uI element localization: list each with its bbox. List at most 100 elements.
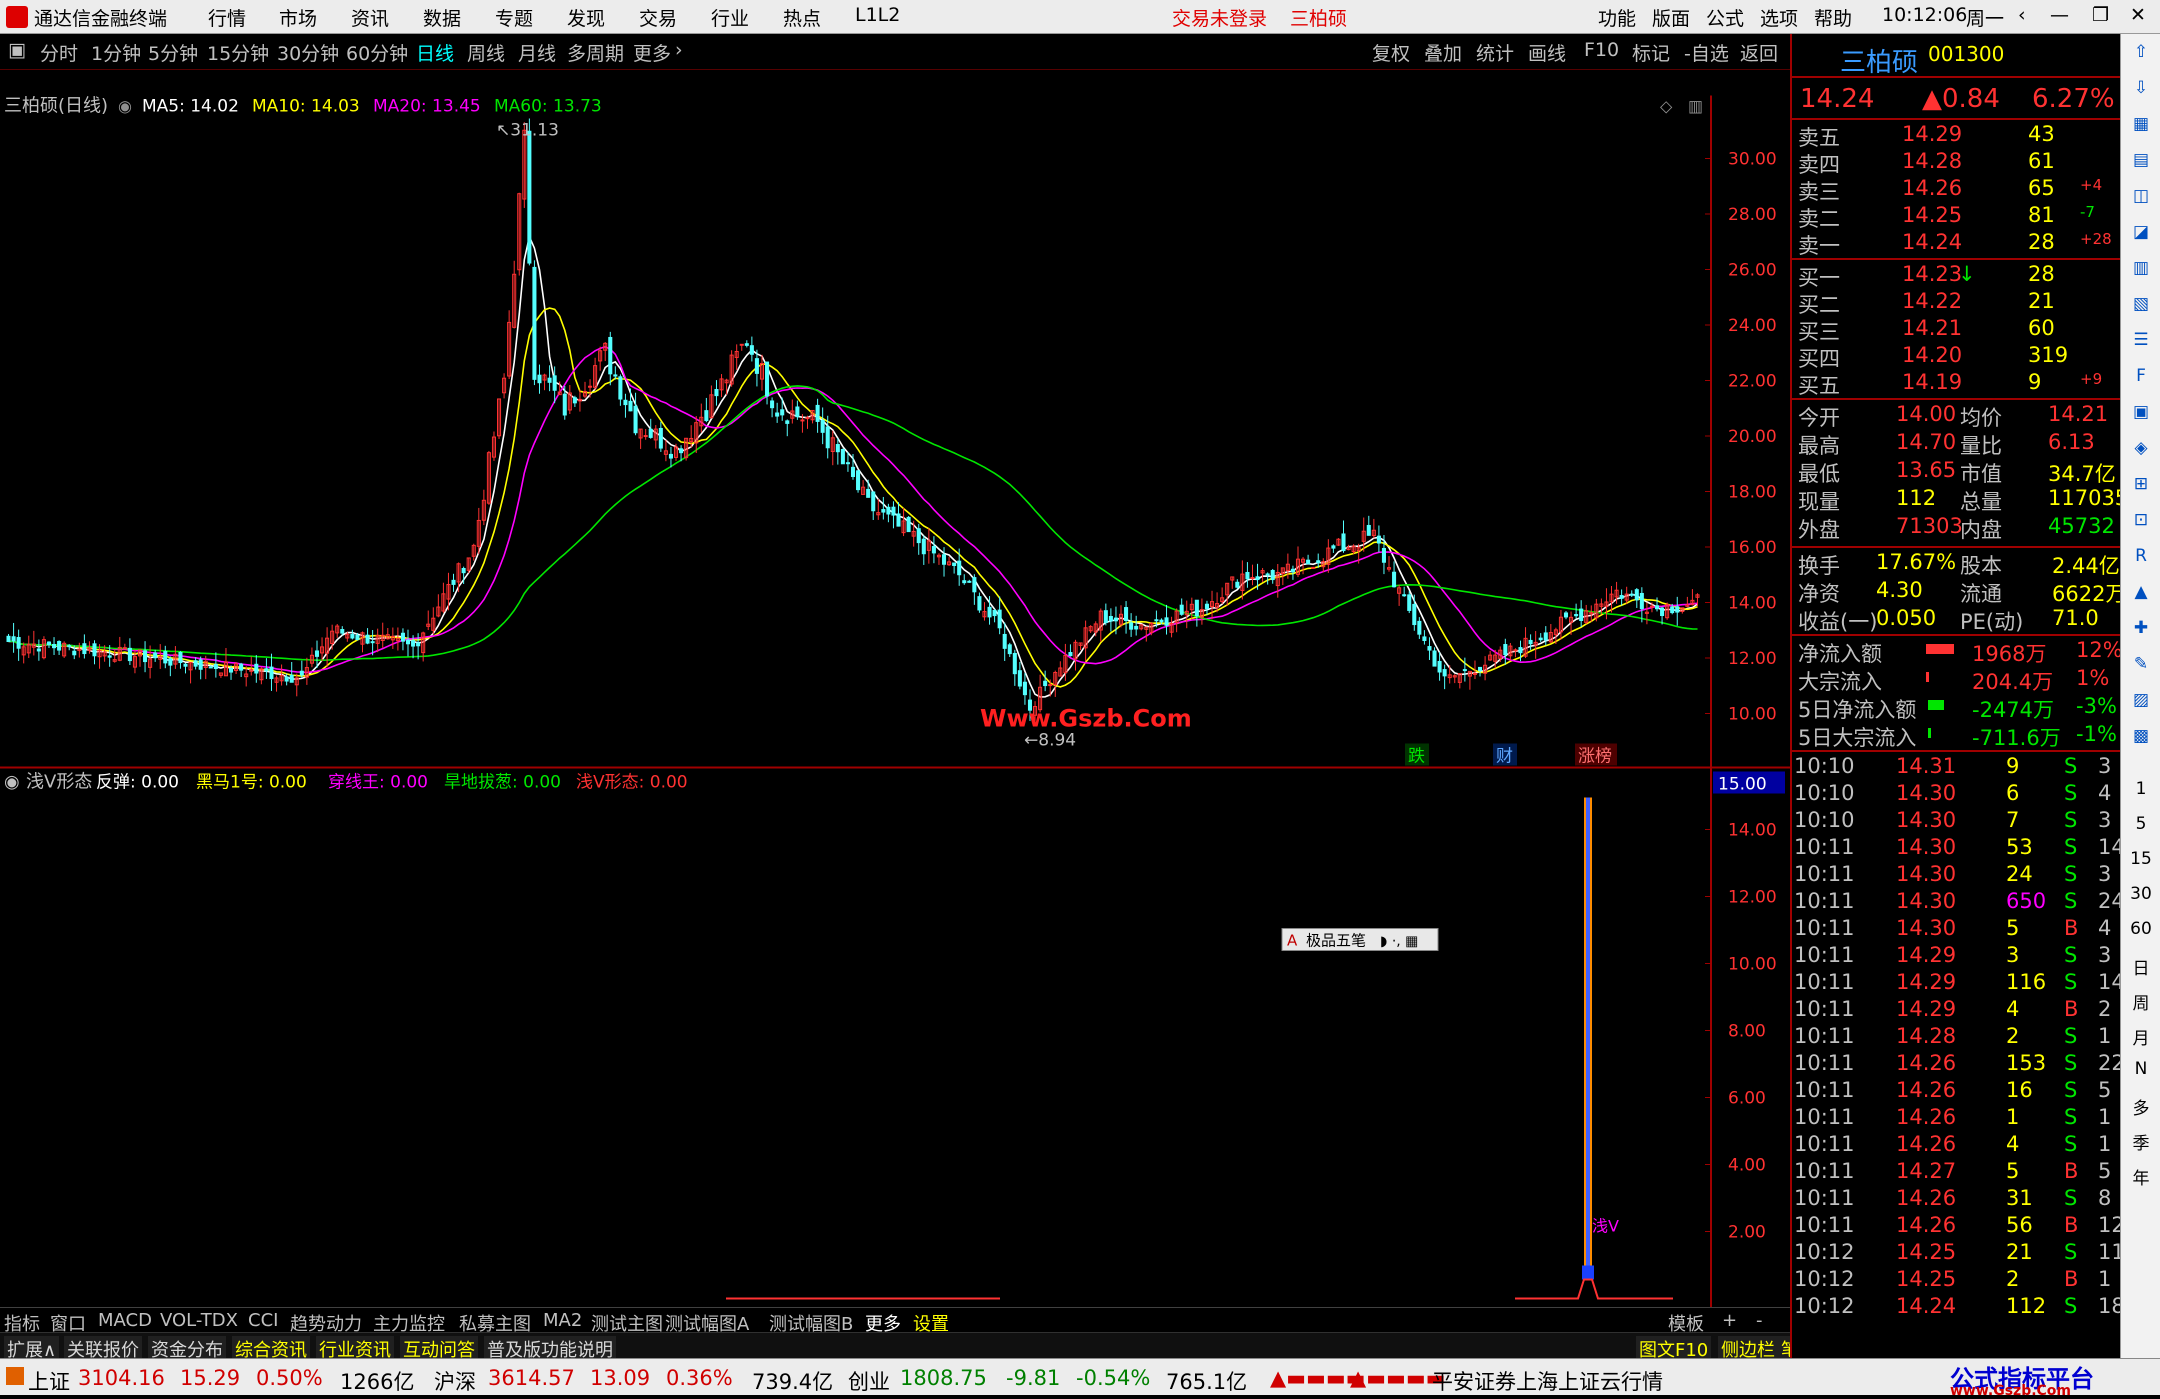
menu-trade[interactable]: 交易	[639, 4, 677, 31]
expand-icon[interactable]: ▥	[1688, 97, 1703, 116]
login-status[interactable]: 交易未登录	[1172, 4, 1267, 31]
sidebar-tool-icon[interactable]: ✎	[2127, 654, 2155, 680]
period-1min[interactable]: 1分钟	[91, 39, 141, 66]
period-60min[interactable]: 60分钟	[346, 39, 408, 66]
menu-layout[interactable]: 版面	[1652, 4, 1690, 31]
sidebar-period[interactable]: 15	[2127, 849, 2155, 875]
chart-settings-icon[interactable]: ◉	[118, 97, 132, 116]
sidebar-period[interactable]: 多	[2127, 1094, 2155, 1120]
sidebar-period[interactable]: 1	[2127, 779, 2155, 805]
period-15min[interactable]: 15分钟	[207, 39, 269, 66]
panel-toggle-icon[interactable]: ▣	[8, 39, 26, 61]
index-icon[interactable]	[6, 1367, 24, 1385]
sidebar-tool-icon[interactable]: ▨	[2127, 690, 2155, 716]
ime-toolbar-label[interactable]: 极品五笔	[1306, 932, 1366, 950]
period-weekly[interactable]: 周线	[467, 39, 505, 66]
ime-mode-icons[interactable]: ◗ ·, ▦	[1380, 934, 1418, 950]
sidebar-period[interactable]: 年	[2127, 1164, 2155, 1190]
candle-body	[1660, 607, 1665, 617]
sidebar-period[interactable]: 日	[2127, 954, 2155, 980]
sidebar-tool-icon[interactable]: ▲	[2127, 582, 2155, 608]
close-icon[interactable]: ✕	[2130, 4, 2146, 26]
sidebar-tool-icon[interactable]: ⊡	[2127, 510, 2155, 536]
tool-watchlist[interactable]: -自选	[1684, 39, 1729, 66]
menu-hot[interactable]: 热点	[783, 4, 821, 31]
tool-f10[interactable]: F10	[1584, 39, 1619, 61]
period-more[interactable]: 更多	[633, 39, 671, 66]
sidebar-tool-icon[interactable]: R	[2127, 546, 2155, 572]
restore-icon[interactable]: ❐	[2092, 4, 2109, 26]
menu-l1l2[interactable]: L1L2	[855, 4, 900, 26]
marker-finance[interactable]: 财	[1496, 747, 1513, 767]
sidebar-tool-icon[interactable]: ▥	[2127, 258, 2155, 284]
sidebar-period[interactable]: 月	[2127, 1024, 2155, 1050]
indicator-icon[interactable]: ◉	[4, 772, 20, 793]
menu-topic[interactable]: 专题	[495, 4, 533, 31]
period-fenshi[interactable]: 分时	[40, 39, 78, 66]
period-monthly[interactable]: 月线	[518, 39, 556, 66]
period-multi[interactable]: 多周期	[567, 39, 624, 66]
index-amount: 739.4亿	[752, 1370, 834, 1394]
sidebar-period[interactable]: N	[2127, 1059, 2155, 1085]
menu-formula[interactable]: 公式	[1706, 4, 1744, 31]
sidebar-tool-icon[interactable]: F	[2127, 366, 2155, 392]
marker-limitup[interactable]: 涨榜	[1578, 747, 1612, 767]
tool-draw[interactable]: 画线	[1528, 39, 1566, 66]
tool-mark[interactable]: 标记	[1632, 39, 1670, 66]
tool-stats[interactable]: 统计	[1476, 39, 1514, 66]
tab-tool[interactable]: -	[1756, 1310, 1763, 1331]
sidebar-tool-icon[interactable]: ▧	[2127, 294, 2155, 320]
indicator-tab[interactable]: VOL-TDX	[160, 1310, 238, 1331]
sidebar-tool-icon[interactable]: ▤	[2127, 150, 2155, 176]
period-5min[interactable]: 5分钟	[148, 39, 198, 66]
tool-restore-right[interactable]: 复权	[1372, 39, 1410, 66]
sidebar-tool-icon[interactable]: ◪	[2127, 222, 2155, 248]
candle-body	[739, 343, 744, 346]
tab-tool[interactable]: +	[1722, 1310, 1737, 1331]
kline-chart[interactable]: 三柏硕(日线) ◉ MA5: 14.02 MA10: 14.03 MA20: 13.…	[0, 70, 1790, 1358]
minimize-icon[interactable]: —	[2050, 4, 2069, 26]
sidebar-period[interactable]: 60	[2127, 919, 2155, 945]
tool-back[interactable]: 返回	[1740, 39, 1778, 66]
period-30min[interactable]: 30分钟	[277, 39, 339, 66]
sidebar-tool-icon[interactable]: ☰	[2127, 330, 2155, 356]
sidebar-tool-icon[interactable]: ✚	[2127, 618, 2155, 644]
diamond-icon[interactable]: ◇	[1660, 97, 1673, 116]
menu-news[interactable]: 资讯	[351, 4, 389, 31]
back-icon[interactable]: ‹	[2018, 4, 2026, 26]
indicator-tab[interactable]: MA2	[543, 1310, 582, 1331]
sidebar-tool-icon[interactable]: ▩	[2127, 726, 2155, 752]
sidebar-period[interactable]: 30	[2127, 884, 2155, 910]
candle-body	[805, 417, 810, 420]
sidebar-tool-icon[interactable]: ◈	[2127, 438, 2155, 464]
sidebar-period[interactable]: 5	[2127, 814, 2155, 840]
stock-link[interactable]: 三柏硕	[1290, 4, 1347, 31]
tool-overlay[interactable]: 叠加	[1424, 39, 1462, 66]
watermark: Www.Gszb.Com	[980, 705, 1192, 733]
indicator-tab[interactable]: MACD	[98, 1310, 152, 1331]
candle-body	[532, 266, 537, 380]
menu-quote[interactable]: 行情	[208, 4, 246, 31]
menu-function[interactable]: 功能	[1598, 4, 1636, 31]
sidebar-tool-icon[interactable]: ⊞	[2127, 474, 2155, 500]
menu-options[interactable]: 选项	[1760, 4, 1798, 31]
menu-data[interactable]: 数据	[423, 4, 461, 31]
sidebar-tool-icon[interactable]: ▣	[2127, 402, 2155, 428]
period-daily[interactable]: 日线	[416, 39, 454, 66]
menu-help[interactable]: 帮助	[1814, 4, 1852, 31]
sidebar-tool-icon[interactable]: ▦	[2127, 114, 2155, 140]
sidebar-tool-icon[interactable]: ⇩	[2127, 78, 2155, 104]
candle-body	[461, 567, 466, 574]
sidebar-period[interactable]: 周	[2127, 989, 2155, 1015]
sidebar-tool-icon[interactable]: ◫	[2127, 186, 2155, 212]
menu-industry[interactable]: 行业	[711, 4, 749, 31]
candle-body	[370, 641, 375, 644]
menu-market[interactable]: 市场	[279, 4, 317, 31]
menu-discover[interactable]: 发现	[567, 4, 605, 31]
marker-down[interactable]: 跌	[1408, 747, 1425, 767]
sidebar-period[interactable]: 季	[2127, 1129, 2155, 1155]
sidebar-tool-icon[interactable]: ⇧	[2127, 42, 2155, 68]
indicator-tab[interactable]: CCI	[248, 1310, 278, 1331]
ime-icon: A	[1287, 932, 1298, 950]
candle-body	[340, 629, 345, 634]
